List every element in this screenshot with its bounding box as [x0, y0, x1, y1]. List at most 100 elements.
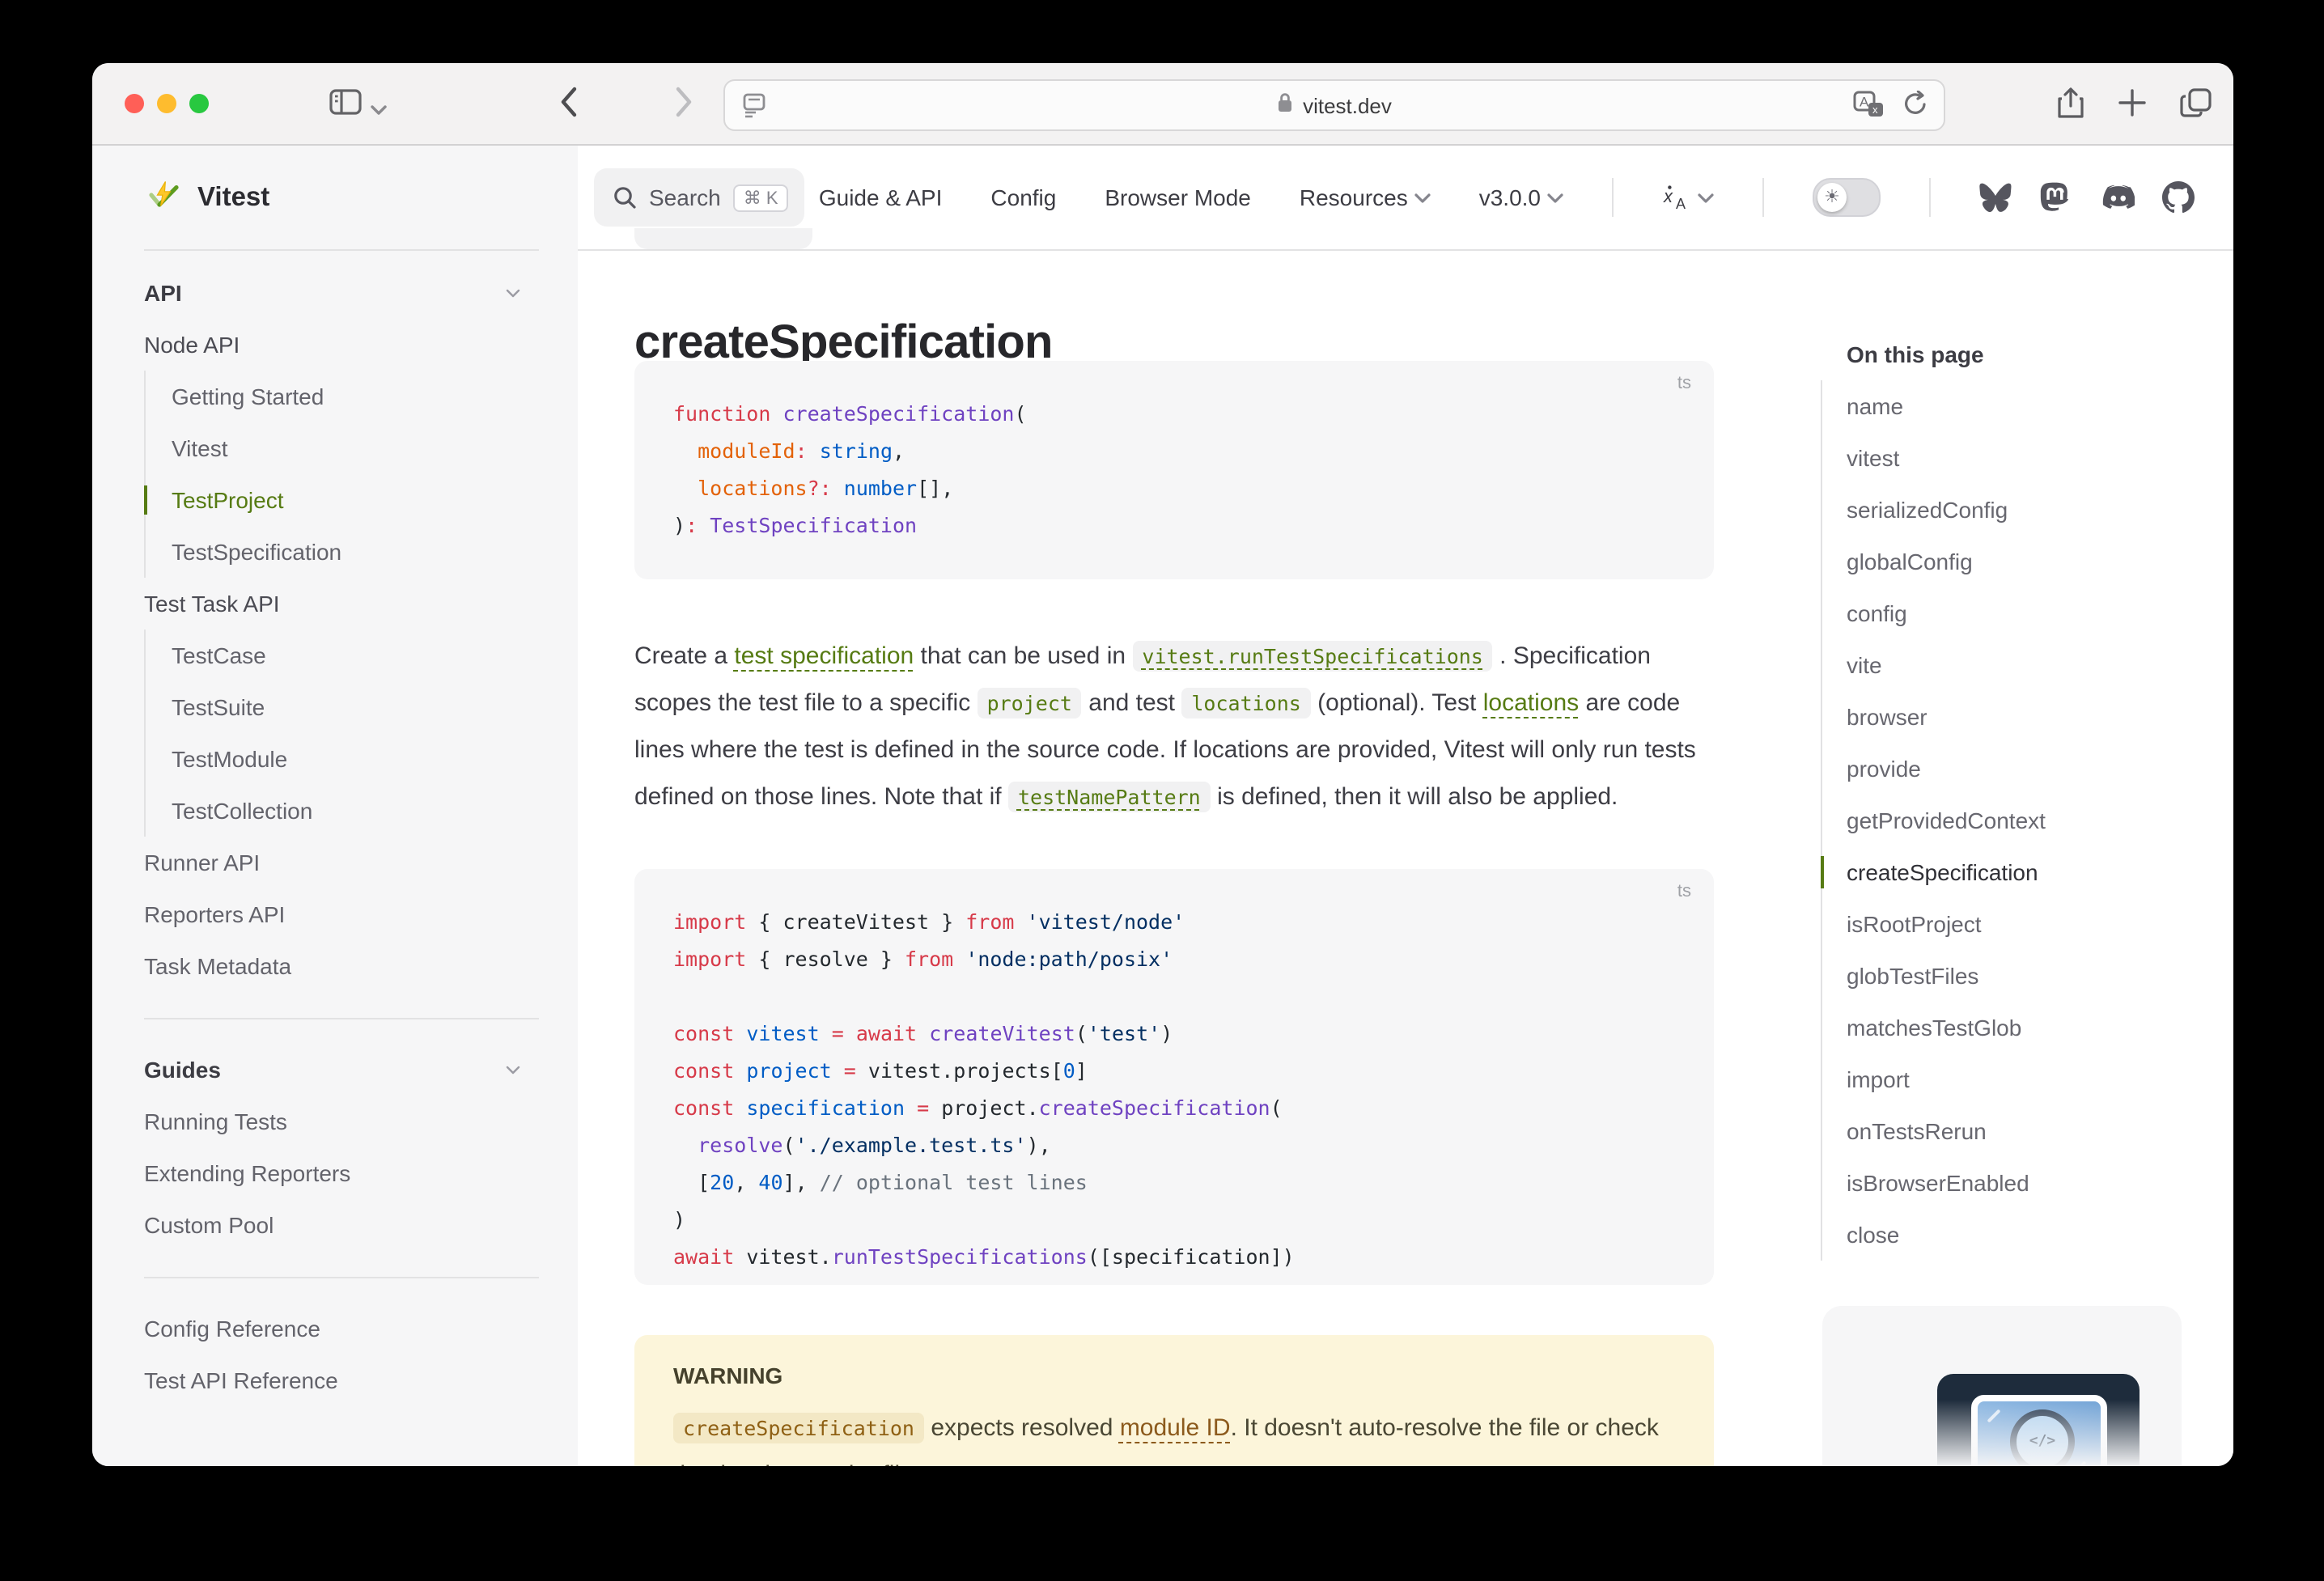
- sidebar-link-config-reference[interactable]: Config Reference: [144, 1303, 539, 1354]
- chevron-down-icon: [1698, 192, 1714, 203]
- site-logo-label: Vitest: [197, 182, 269, 213]
- chevron-down-icon: [503, 283, 523, 303]
- language-menu[interactable]: xA: [1662, 184, 1714, 210]
- code-block-example: ts import { createVitest } from 'vitest/…: [634, 869, 1714, 1285]
- nav-dropdown-version[interactable]: v3.0.0: [1479, 184, 1563, 210]
- address-bar[interactable]: vitest.dev Ax: [723, 79, 1945, 131]
- tab-overview-icon[interactable]: [2180, 87, 2212, 126]
- outline-item-globalconfig[interactable]: globalConfig: [1847, 536, 2225, 587]
- code-line: import { createVitest } from 'vitest/nod…: [673, 903, 1675, 940]
- sidebar-sublist: TestCaseTestSuiteTestModuleTestCollectio…: [144, 629, 539, 837]
- nav-link-guide-api[interactable]: Guide & API: [819, 184, 943, 210]
- code-lang-badge: ts: [1677, 882, 1691, 901]
- link-locations[interactable]: locations: [1483, 689, 1579, 717]
- sidebar-link-task-metadata[interactable]: Task Metadata: [144, 940, 539, 992]
- code-line: import { resolve } from 'node:path/posix…: [673, 940, 1675, 977]
- code-line: const vitest = await createVitest('test'…: [673, 1015, 1675, 1052]
- outline-item-import[interactable]: import: [1847, 1053, 2225, 1105]
- warning-body: createSpecification expects resolved mod…: [673, 1405, 1675, 1466]
- outline-item-ontestsrerun[interactable]: onTestsRerun: [1847, 1105, 2225, 1157]
- sidebar-link-running-tests[interactable]: Running Tests: [144, 1096, 539, 1147]
- main-column: Search ⌘ K Guide & API Config Browser Mo…: [578, 146, 2233, 1466]
- outline-item-close[interactable]: close: [1847, 1209, 2225, 1261]
- lock-icon: [1277, 92, 1293, 118]
- translate-icon: xA: [1662, 184, 1691, 210]
- outline-item-browser[interactable]: browser: [1847, 691, 2225, 743]
- sidebar-item-testcollection[interactable]: TestCollection: [172, 785, 539, 837]
- sidebar-item-vitest[interactable]: Vitest: [172, 422, 539, 474]
- sidebar-item-testproject[interactable]: TestProject: [172, 474, 539, 526]
- code-line: await vitest.runTestSpecifications([spec…: [673, 1238, 1675, 1275]
- nav-link-config[interactable]: Config: [990, 184, 1056, 210]
- outline-item-serializedconfig[interactable]: serializedConfig: [1847, 484, 2225, 536]
- link-testnamepattern[interactable]: testNamePattern: [1008, 782, 1211, 812]
- sidebar-link-custom-pool[interactable]: Custom Pool: [144, 1199, 539, 1251]
- code-line: [673, 977, 1675, 1015]
- outline-item-matchestestglob[interactable]: matchesTestGlob: [1847, 1002, 2225, 1053]
- minimize-button[interactable]: [157, 94, 176, 113]
- github-icon[interactable]: [2162, 181, 2195, 214]
- forward-button[interactable]: [675, 86, 694, 126]
- translate-page-icon[interactable]: Ax: [1853, 91, 1885, 123]
- mastodon-icon[interactable]: [2039, 181, 2072, 214]
- sidebar-link-runner-api[interactable]: Runner API: [144, 837, 539, 888]
- sidebar-menu-chevron-icon[interactable]: [371, 95, 387, 125]
- outline-item-createspecification[interactable]: createSpecification: [1847, 846, 2225, 898]
- svg-text:A: A: [1860, 95, 1869, 110]
- sidebar-link-reporters-api[interactable]: Reporters API: [144, 888, 539, 940]
- sidebar-item-testsuite[interactable]: TestSuite: [172, 681, 539, 733]
- outline-item-provide[interactable]: provide: [1847, 743, 2225, 795]
- outline-item-vite[interactable]: vite: [1847, 639, 2225, 691]
- outline-item-isrootproject[interactable]: isRootProject: [1847, 898, 2225, 950]
- close-button[interactable]: [125, 94, 144, 113]
- sidebar-header-guides[interactable]: Guides: [144, 1044, 539, 1096]
- link-test-specification[interactable]: test specification: [734, 642, 914, 670]
- link-module-id[interactable]: module ID: [1120, 1414, 1231, 1442]
- nav-link-browser-mode[interactable]: Browser Mode: [1105, 184, 1251, 210]
- sponsor-card[interactable]: </>: [1822, 1306, 2182, 1466]
- search-icon: [613, 186, 636, 209]
- sidebar-link-extending-reporters[interactable]: Extending Reporters: [144, 1147, 539, 1199]
- browser-window: vitest.dev Ax: [92, 63, 2233, 1466]
- discord-icon[interactable]: [2099, 184, 2135, 211]
- sidebar-item-testmodule[interactable]: TestModule: [172, 733, 539, 785]
- nav-dropdown-resources[interactable]: Resources: [1300, 184, 1431, 210]
- zoom-button[interactable]: [189, 94, 209, 113]
- site-navbar: Search ⌘ K Guide & API Config Browser Mo…: [578, 146, 2233, 251]
- divider: [1612, 178, 1614, 217]
- chevron-down-icon: [503, 1060, 523, 1079]
- inline-code-locations: locations: [1181, 688, 1310, 718]
- site-logo[interactable]: Vitest: [144, 146, 539, 251]
- new-tab-icon[interactable]: [2118, 89, 2146, 125]
- sidebar-group-node-api: Node API: [144, 319, 539, 371]
- sidebar-item-testcase[interactable]: TestCase: [172, 629, 539, 681]
- back-button[interactable]: [558, 86, 578, 126]
- sidebar-header-api[interactable]: API: [144, 267, 539, 319]
- code-line: locations?: number[],: [673, 469, 1675, 507]
- outline-item-globtestfiles[interactable]: globTestFiles: [1847, 950, 2225, 1002]
- code-block-signature: ts function createSpecification( moduleI…: [634, 361, 1714, 579]
- sidebar-toggle-icon[interactable]: [329, 87, 363, 125]
- theme-toggle[interactable]: ☀: [1813, 178, 1881, 217]
- divider: [1929, 178, 1931, 217]
- search-button[interactable]: Search ⌘ K: [594, 168, 804, 227]
- code-line: resolve('./example.test.ts'),: [673, 1126, 1675, 1163]
- inline-code-project: project: [978, 688, 1082, 718]
- outline-item-vitest[interactable]: vitest: [1847, 432, 2225, 484]
- outline-item-isbrowserenabled[interactable]: isBrowserEnabled: [1847, 1157, 2225, 1209]
- bluesky-icon[interactable]: [1979, 183, 2012, 212]
- svg-text:A: A: [1676, 196, 1686, 210]
- reload-icon[interactable]: [1903, 91, 1927, 121]
- outline-item-getprovidedcontext[interactable]: getProvidedContext: [1847, 795, 2225, 846]
- code-line: ): [673, 1201, 1675, 1238]
- outline-item-config[interactable]: config: [1847, 587, 2225, 639]
- sidebar-link-test-api-reference[interactable]: Test API Reference: [144, 1354, 539, 1406]
- sidebar-item-getting-started[interactable]: Getting Started: [172, 371, 539, 422]
- sidebar-item-testspecification[interactable]: TestSpecification: [172, 526, 539, 578]
- code-line: const specification = project.createSpec…: [673, 1089, 1675, 1126]
- share-icon[interactable]: [2057, 87, 2084, 128]
- outline-title: On this page: [1847, 328, 2225, 380]
- reader-icon[interactable]: [741, 92, 767, 123]
- outline-item-name[interactable]: name: [1847, 380, 2225, 432]
- link-vitest-runtestspecifications[interactable]: vitest.runTestSpecifications: [1132, 641, 1492, 672]
